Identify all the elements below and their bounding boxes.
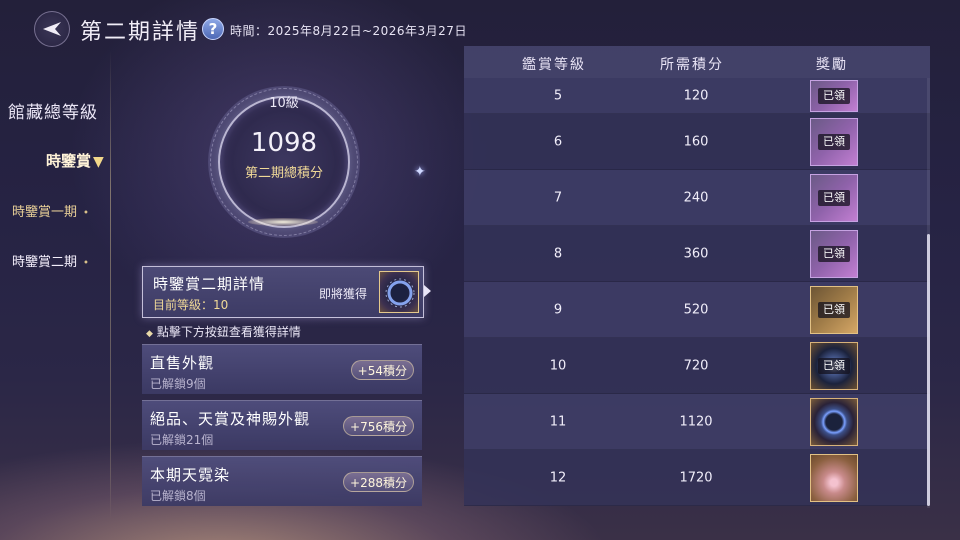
event-period: 時間：2025年8月22日~2026年3月27日 (230, 24, 467, 38)
row-level: 6 (553, 134, 563, 149)
back-button[interactable] (34, 11, 70, 47)
category-points-badge: +756積分 (343, 416, 414, 436)
category-name: 直售外觀 (150, 354, 215, 372)
reward-item[interactable]: 已領 (810, 229, 858, 278)
category-unlocked: 已解鎖21個 (150, 433, 214, 447)
reward-table: 鑑賞等級 所需積分 獎勵 5 120 已領 6 160 已領 7 240 已領 8 360 已領 9 52… (464, 46, 930, 508)
current-level: 目前等級：10 (153, 298, 229, 312)
column-header-reward: 獎勵 (816, 57, 848, 73)
claimed-badge: 已領 (818, 133, 850, 150)
score-ring: 10級 1098 第二期總積分 (208, 86, 360, 238)
reward-item[interactable] (810, 397, 858, 446)
sidebar-item-appraisal[interactable]: 時鑒賞 ▼ (46, 150, 104, 171)
category-unlocked: 已解鎖8個 (150, 489, 206, 503)
row-level: 10 (549, 358, 567, 373)
row-points: 520 (683, 302, 709, 317)
table-row: 9 520 已領 (464, 282, 930, 338)
row-level: 7 (553, 190, 563, 205)
reward-item[interactable]: 已領 (810, 79, 858, 112)
diamond-icon: ◆ (146, 329, 153, 339)
upcoming-reward-thumbnail (379, 271, 419, 313)
category-name: 本期天霓染 (150, 466, 231, 484)
category-dye[interactable]: 本期天霓染 已解鎖8個 +288積分 (142, 456, 422, 506)
chevron-down-icon: ▼ (93, 154, 104, 170)
total-score: 1098 (250, 128, 318, 158)
hint-label: 點擊下方按鈕查看獲得詳情 (156, 325, 301, 339)
table-row: 10 720 已領 (464, 338, 930, 394)
table-row: 12 1720 (464, 450, 930, 506)
sparkle-icon: ✦ (414, 164, 426, 180)
expand-arrow-icon (424, 285, 431, 297)
column-header-points: 所需積分 (660, 57, 724, 73)
category-name: 絕品、天賞及神賜外觀 (150, 410, 311, 428)
hint-text: ◆ 點擊下方按鈕查看獲得詳情 (146, 323, 301, 340)
table-body: 5 120 已領 6 160 已領 7 240 已領 8 360 已領 9 520 已領 10 720 已領 11 1… (464, 78, 930, 506)
column-header-level: 鑑賞等級 (522, 57, 586, 73)
category-points-badge: +288積分 (343, 472, 414, 492)
reward-item[interactable]: 已領 (810, 285, 858, 334)
row-points: 120 (683, 88, 709, 103)
sidebar-item-label: 時鑒賞 (46, 152, 92, 170)
reward-item[interactable] (810, 453, 858, 502)
reward-item[interactable]: 已領 (810, 117, 858, 166)
reward-item[interactable]: 已領 (810, 173, 858, 222)
back-arrow-icon (43, 22, 61, 36)
row-points: 240 (683, 190, 709, 205)
table-row: 5 120 已領 (464, 78, 930, 114)
upcoming-reward-label: 即將獲得 (319, 287, 368, 301)
detail-card-title: 時鑒賞二期詳情 (153, 275, 266, 293)
scrollbar-thumb[interactable] (927, 234, 930, 506)
sidebar-divider (110, 50, 111, 520)
reward-item[interactable]: 已領 (810, 341, 858, 390)
table-row: 11 1120 (464, 394, 930, 450)
row-points: 1720 (679, 470, 713, 485)
row-level: 5 (553, 88, 563, 103)
category-direct-sale[interactable]: 直售外觀 已解鎖9個 +54積分 (142, 344, 422, 394)
table-row: 8 360 已領 (464, 226, 930, 282)
sidebar-item-marker: • (83, 258, 89, 269)
category-premium[interactable]: 絕品、天賞及神賜外觀 已解鎖21個 +756積分 (142, 400, 422, 450)
claimed-badge: 已領 (818, 245, 850, 262)
row-level: 11 (549, 414, 567, 429)
question-icon[interactable]: ? (202, 18, 224, 40)
table-header: 鑑賞等級 所需積分 獎勵 (464, 46, 930, 78)
row-points: 360 (683, 246, 709, 261)
row-level: 9 (553, 302, 563, 317)
sidebar-item-period-1[interactable]: 時鑒賞一期 • (12, 201, 89, 220)
claimed-badge: 已領 (818, 357, 850, 374)
category-unlocked: 已解鎖9個 (150, 377, 206, 391)
sidebar-item-label: 時鑒賞二期 (12, 255, 78, 270)
sidebar-item-marker: • (83, 208, 89, 219)
row-points: 1120 (679, 414, 713, 429)
page-title: 第二期詳情 (80, 20, 201, 45)
total-score-caption: 第二期總積分 (244, 166, 323, 181)
row-level: 8 (553, 246, 563, 261)
row-points: 720 (683, 358, 709, 373)
row-level: 12 (549, 470, 567, 485)
ring-glow (248, 218, 318, 226)
header: 第二期詳情 ? 時間：2025年8月22日~2026年3月27日 (0, 0, 960, 47)
claimed-badge: 已領 (818, 87, 850, 104)
period-detail-card[interactable]: 時鑒賞二期詳情 目前等級：10 即將獲得 (142, 266, 431, 318)
category-points-badge: +54積分 (350, 360, 414, 380)
claimed-badge: 已領 (818, 301, 850, 318)
table-row: 6 160 已領 (464, 114, 930, 170)
sidebar-heading: 館藏總等級 (8, 103, 98, 123)
row-points: 160 (683, 134, 709, 149)
sidebar-item-label: 時鑒賞一期 (12, 205, 78, 220)
table-row: 7 240 已領 (464, 170, 930, 226)
sidebar-item-period-2[interactable]: 時鑒賞二期 • (12, 251, 89, 270)
appraisal-level: 10級 (269, 96, 299, 111)
claimed-badge: 已領 (818, 189, 850, 206)
